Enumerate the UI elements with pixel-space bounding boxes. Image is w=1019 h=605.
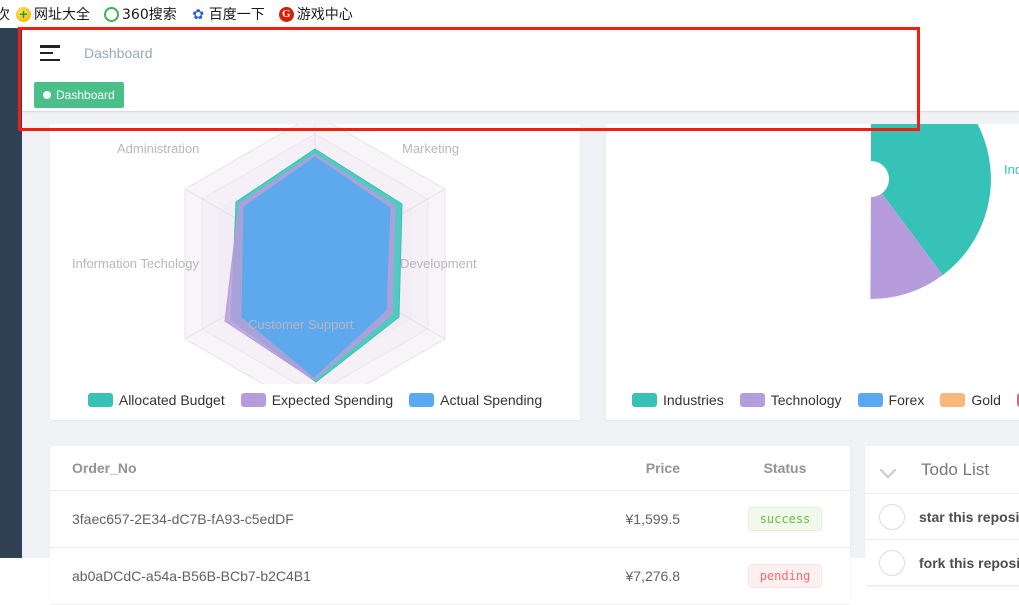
- bookmark-label: 网址大全: [34, 7, 90, 23]
- tag-dot-icon: [43, 90, 51, 99]
- column-header-order-no: Order_No: [50, 446, 540, 491]
- legend-swatch-icon: [857, 393, 883, 407]
- cell-price: ¥1,599.5: [540, 490, 720, 548]
- orders-table: Order_No Price Status 3faec657-2E34-dC7B…: [50, 446, 850, 605]
- legend-swatch-icon: [87, 393, 113, 407]
- orders-table-card: Order_No Price Status 3faec657-2E34-dC7B…: [50, 446, 850, 605]
- radar-chart[interactable]: Marketing Development Customer Support I…: [50, 124, 580, 415]
- legend-swatch-icon: [632, 393, 657, 407]
- legend-label: Allocated Budget: [118, 392, 225, 408]
- cell-order-no: ab0aDCdC-a54a-B56B-BCb7-b2C4B1: [50, 547, 540, 605]
- legend-label: Actual Spending: [440, 392, 543, 408]
- tags-view: Dashboard: [22, 78, 1019, 112]
- radar-chart-legend: Allocated Budget Expected Spending Actua…: [50, 392, 580, 408]
- status-badge: success: [747, 507, 823, 531]
- circle-ring-icon: [104, 6, 119, 22]
- radar-axis-label-development: Development: [400, 256, 477, 271]
- legend-label: Expected Spending: [271, 392, 394, 408]
- tag-item-dashboard[interactable]: Dashboard: [34, 81, 124, 108]
- cell-order-no: 3faec657-2E34-dC7B-fA93-c5edDF: [50, 490, 540, 548]
- todo-item-label: fork this repository: [919, 554, 1019, 571]
- cell-status: pending: [720, 547, 850, 605]
- radar-axis-label-information-techology: Information Techology: [72, 256, 199, 271]
- radar-chart-svg: [184, 124, 446, 415]
- legend-swatch-icon: [739, 393, 765, 407]
- pie-chart[interactable]: Industries: [606, 124, 1019, 384]
- legend-entry-technology[interactable]: Technology: [739, 392, 842, 408]
- legend-entry-forex[interactable]: Forex: [857, 392, 925, 408]
- sidebar[interactable]: [0, 28, 22, 558]
- todo-item-label: star this repository: [919, 508, 1019, 525]
- app-shell: Dashboard Dashboard Marketing Developmen…: [0, 28, 1019, 605]
- tag-item-label: Dashboard: [56, 87, 115, 102]
- baidu-paw-icon: [190, 6, 206, 22]
- pie-chart-legend: Industries Technology Forex Gold: [606, 392, 1019, 408]
- breadcrumb: Dashboard: [84, 45, 153, 61]
- legend-entry-industries[interactable]: Industries: [632, 392, 724, 408]
- chevron-down-icon[interactable]: [879, 460, 899, 480]
- legend-swatch-icon: [409, 393, 435, 407]
- radar-axis-label-administration: Administration: [117, 141, 200, 156]
- main-content: Dashboard Dashboard Marketing Developmen…: [22, 28, 1019, 605]
- bookmark-360search[interactable]: 360搜索: [104, 3, 177, 25]
- status-badge: pending: [747, 564, 823, 588]
- browser-bookmarks-bar: 次 网址大全 360搜索 百度一下 游戏中心: [0, 0, 1019, 28]
- radar-axis-label-customer-support: Customer Support: [248, 317, 354, 332]
- bookmark-gamecenter[interactable]: 游戏中心: [278, 3, 353, 25]
- legend-entry-allocated-budget[interactable]: Allocated Budget: [87, 392, 225, 408]
- legend-entry-gold[interactable]: Gold: [940, 392, 1001, 408]
- hamburger-collapse-icon[interactable]: [40, 45, 60, 61]
- bottom-row: Order_No Price Status 3faec657-2E34-dC7B…: [50, 446, 1019, 605]
- table-header-row: Order_No Price Status: [50, 446, 850, 491]
- bookmark-baidu[interactable]: 百度一下: [190, 3, 265, 25]
- todo-checkbox[interactable]: [879, 549, 905, 576]
- pie-slice-callout-label: Industries: [1004, 162, 1019, 177]
- pie-chart-card: Industries Industries Technology Forex: [606, 124, 1019, 420]
- legend-label: Technology: [770, 392, 842, 408]
- legend-label: Industries: [663, 392, 724, 408]
- todo-list-card: Todo List star this repository fork this…: [865, 446, 1019, 586]
- legend-label: Forex: [888, 392, 925, 408]
- plus-circle-icon: [16, 6, 31, 22]
- bookmark-label: 百度一下: [208, 7, 265, 23]
- legend-label: Gold: [971, 392, 1001, 408]
- legend-swatch-icon: [240, 393, 266, 407]
- legend-swatch-icon: [940, 393, 966, 407]
- column-header-price: Price: [540, 446, 720, 491]
- table-row[interactable]: 3faec657-2E34-dC7B-fA93-c5edDF ¥1,599.5 …: [50, 490, 850, 548]
- cell-price: ¥7,276.8: [540, 547, 720, 605]
- cell-status: success: [720, 490, 850, 548]
- bookmark-label: 游戏中心: [296, 7, 353, 23]
- bookmark-clipped-text: 次: [0, 7, 10, 23]
- todo-checkbox[interactable]: [879, 503, 905, 530]
- todo-list-header: Todo List: [865, 446, 1019, 494]
- charts-row: Marketing Development Customer Support I…: [50, 124, 1019, 424]
- radar-chart-card: Marketing Development Customer Support I…: [50, 124, 580, 420]
- todo-list-title: Todo List: [921, 459, 990, 479]
- bookmark-wangzhidaquan[interactable]: 网址大全: [16, 3, 90, 25]
- game-center-icon: [278, 6, 294, 22]
- radar-axis-label-marketing: Marketing: [402, 141, 460, 156]
- pie-chart-svg: [870, 124, 991, 300]
- column-header-status: Status: [720, 446, 850, 491]
- table-row[interactable]: ab0aDCdC-a54a-B56B-BCb7-b2C4B1 ¥7,276.8 …: [50, 547, 850, 605]
- legend-entry-actual-spending[interactable]: Actual Spending: [409, 392, 542, 408]
- navbar: Dashboard: [22, 28, 1019, 92]
- todo-list-item[interactable]: fork this repository: [865, 540, 1019, 586]
- bookmark-label: 360搜索: [122, 7, 177, 23]
- todo-list-item[interactable]: star this repository: [865, 494, 1019, 540]
- legend-entry-expected-spending[interactable]: Expected Spending: [240, 392, 394, 408]
